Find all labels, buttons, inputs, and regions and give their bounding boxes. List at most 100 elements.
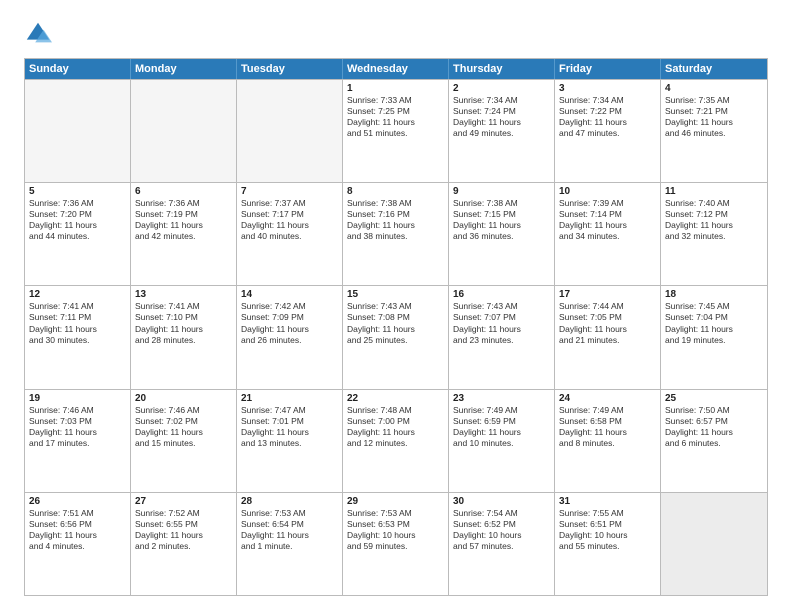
cal-header-cell: Tuesday bbox=[237, 59, 343, 79]
cell-content: Sunrise: 7:52 AMSunset: 6:55 PMDaylight:… bbox=[135, 508, 232, 552]
cell-content: Sunrise: 7:51 AMSunset: 6:56 PMDaylight:… bbox=[29, 508, 126, 552]
cell-content: Sunrise: 7:46 AMSunset: 7:03 PMDaylight:… bbox=[29, 405, 126, 449]
day-number: 13 bbox=[135, 289, 232, 300]
cal-cell: 17Sunrise: 7:44 AMSunset: 7:05 PMDayligh… bbox=[555, 286, 661, 388]
cell-content: Sunrise: 7:44 AMSunset: 7:05 PMDaylight:… bbox=[559, 301, 656, 345]
day-number: 31 bbox=[559, 496, 656, 507]
page: SundayMondayTuesdayWednesdayThursdayFrid… bbox=[0, 0, 792, 612]
day-number: 25 bbox=[665, 393, 763, 404]
cal-row: 19Sunrise: 7:46 AMSunset: 7:03 PMDayligh… bbox=[25, 389, 767, 492]
cal-cell: 12Sunrise: 7:41 AMSunset: 7:11 PMDayligh… bbox=[25, 286, 131, 388]
logo-icon bbox=[24, 20, 52, 48]
day-number: 28 bbox=[241, 496, 338, 507]
cell-content: Sunrise: 7:54 AMSunset: 6:52 PMDaylight:… bbox=[453, 508, 550, 552]
cal-cell: 22Sunrise: 7:48 AMSunset: 7:00 PMDayligh… bbox=[343, 390, 449, 492]
cell-content: Sunrise: 7:53 AMSunset: 6:54 PMDaylight:… bbox=[241, 508, 338, 552]
cal-cell: 30Sunrise: 7:54 AMSunset: 6:52 PMDayligh… bbox=[449, 493, 555, 595]
day-number: 8 bbox=[347, 186, 444, 197]
day-number: 9 bbox=[453, 186, 550, 197]
cell-content: Sunrise: 7:41 AMSunset: 7:11 PMDaylight:… bbox=[29, 301, 126, 345]
cal-cell: 2Sunrise: 7:34 AMSunset: 7:24 PMDaylight… bbox=[449, 80, 555, 182]
cal-cell: 3Sunrise: 7:34 AMSunset: 7:22 PMDaylight… bbox=[555, 80, 661, 182]
cal-row: 1Sunrise: 7:33 AMSunset: 7:25 PMDaylight… bbox=[25, 79, 767, 182]
cal-cell: 28Sunrise: 7:53 AMSunset: 6:54 PMDayligh… bbox=[237, 493, 343, 595]
cell-content: Sunrise: 7:38 AMSunset: 7:16 PMDaylight:… bbox=[347, 198, 444, 242]
cell-content: Sunrise: 7:49 AMSunset: 6:58 PMDaylight:… bbox=[559, 405, 656, 449]
day-number: 14 bbox=[241, 289, 338, 300]
cell-content: Sunrise: 7:42 AMSunset: 7:09 PMDaylight:… bbox=[241, 301, 338, 345]
day-number: 16 bbox=[453, 289, 550, 300]
day-number: 10 bbox=[559, 186, 656, 197]
calendar-header: SundayMondayTuesdayWednesdayThursdayFrid… bbox=[25, 59, 767, 79]
cell-content: Sunrise: 7:55 AMSunset: 6:51 PMDaylight:… bbox=[559, 508, 656, 552]
cal-header-cell: Thursday bbox=[449, 59, 555, 79]
header bbox=[24, 20, 768, 48]
cell-content: Sunrise: 7:36 AMSunset: 7:20 PMDaylight:… bbox=[29, 198, 126, 242]
cal-cell: 18Sunrise: 7:45 AMSunset: 7:04 PMDayligh… bbox=[661, 286, 767, 388]
cal-cell: 20Sunrise: 7:46 AMSunset: 7:02 PMDayligh… bbox=[131, 390, 237, 492]
day-number: 5 bbox=[29, 186, 126, 197]
cell-content: Sunrise: 7:49 AMSunset: 6:59 PMDaylight:… bbox=[453, 405, 550, 449]
cell-content: Sunrise: 7:37 AMSunset: 7:17 PMDaylight:… bbox=[241, 198, 338, 242]
cal-cell: 16Sunrise: 7:43 AMSunset: 7:07 PMDayligh… bbox=[449, 286, 555, 388]
cal-row: 12Sunrise: 7:41 AMSunset: 7:11 PMDayligh… bbox=[25, 285, 767, 388]
cell-content: Sunrise: 7:41 AMSunset: 7:10 PMDaylight:… bbox=[135, 301, 232, 345]
cell-content: Sunrise: 7:53 AMSunset: 6:53 PMDaylight:… bbox=[347, 508, 444, 552]
cal-cell bbox=[25, 80, 131, 182]
day-number: 23 bbox=[453, 393, 550, 404]
calendar-body: 1Sunrise: 7:33 AMSunset: 7:25 PMDaylight… bbox=[25, 79, 767, 595]
day-number: 15 bbox=[347, 289, 444, 300]
cal-cell: 5Sunrise: 7:36 AMSunset: 7:20 PMDaylight… bbox=[25, 183, 131, 285]
cal-cell bbox=[237, 80, 343, 182]
day-number: 20 bbox=[135, 393, 232, 404]
cal-cell: 21Sunrise: 7:47 AMSunset: 7:01 PMDayligh… bbox=[237, 390, 343, 492]
cal-cell: 26Sunrise: 7:51 AMSunset: 6:56 PMDayligh… bbox=[25, 493, 131, 595]
cell-content: Sunrise: 7:33 AMSunset: 7:25 PMDaylight:… bbox=[347, 95, 444, 139]
cal-row: 5Sunrise: 7:36 AMSunset: 7:20 PMDaylight… bbox=[25, 182, 767, 285]
cal-cell: 31Sunrise: 7:55 AMSunset: 6:51 PMDayligh… bbox=[555, 493, 661, 595]
day-number: 1 bbox=[347, 83, 444, 94]
day-number: 22 bbox=[347, 393, 444, 404]
day-number: 17 bbox=[559, 289, 656, 300]
cal-cell: 19Sunrise: 7:46 AMSunset: 7:03 PMDayligh… bbox=[25, 390, 131, 492]
cal-row: 26Sunrise: 7:51 AMSunset: 6:56 PMDayligh… bbox=[25, 492, 767, 595]
cal-cell: 14Sunrise: 7:42 AMSunset: 7:09 PMDayligh… bbox=[237, 286, 343, 388]
cal-cell: 1Sunrise: 7:33 AMSunset: 7:25 PMDaylight… bbox=[343, 80, 449, 182]
cal-cell: 13Sunrise: 7:41 AMSunset: 7:10 PMDayligh… bbox=[131, 286, 237, 388]
day-number: 2 bbox=[453, 83, 550, 94]
logo bbox=[24, 20, 56, 48]
cell-content: Sunrise: 7:48 AMSunset: 7:00 PMDaylight:… bbox=[347, 405, 444, 449]
cal-cell: 9Sunrise: 7:38 AMSunset: 7:15 PMDaylight… bbox=[449, 183, 555, 285]
cell-content: Sunrise: 7:36 AMSunset: 7:19 PMDaylight:… bbox=[135, 198, 232, 242]
cell-content: Sunrise: 7:46 AMSunset: 7:02 PMDaylight:… bbox=[135, 405, 232, 449]
cal-cell: 4Sunrise: 7:35 AMSunset: 7:21 PMDaylight… bbox=[661, 80, 767, 182]
day-number: 4 bbox=[665, 83, 763, 94]
cal-header-cell: Saturday bbox=[661, 59, 767, 79]
day-number: 27 bbox=[135, 496, 232, 507]
cell-content: Sunrise: 7:50 AMSunset: 6:57 PMDaylight:… bbox=[665, 405, 763, 449]
cell-content: Sunrise: 7:39 AMSunset: 7:14 PMDaylight:… bbox=[559, 198, 656, 242]
day-number: 19 bbox=[29, 393, 126, 404]
day-number: 26 bbox=[29, 496, 126, 507]
cell-content: Sunrise: 7:35 AMSunset: 7:21 PMDaylight:… bbox=[665, 95, 763, 139]
cal-cell: 24Sunrise: 7:49 AMSunset: 6:58 PMDayligh… bbox=[555, 390, 661, 492]
cell-content: Sunrise: 7:38 AMSunset: 7:15 PMDaylight:… bbox=[453, 198, 550, 242]
day-number: 6 bbox=[135, 186, 232, 197]
cal-header-cell: Monday bbox=[131, 59, 237, 79]
cal-cell: 25Sunrise: 7:50 AMSunset: 6:57 PMDayligh… bbox=[661, 390, 767, 492]
cal-cell bbox=[661, 493, 767, 595]
cal-cell: 29Sunrise: 7:53 AMSunset: 6:53 PMDayligh… bbox=[343, 493, 449, 595]
cal-header-cell: Friday bbox=[555, 59, 661, 79]
calendar: SundayMondayTuesdayWednesdayThursdayFrid… bbox=[24, 58, 768, 596]
cal-header-cell: Sunday bbox=[25, 59, 131, 79]
day-number: 30 bbox=[453, 496, 550, 507]
cell-content: Sunrise: 7:47 AMSunset: 7:01 PMDaylight:… bbox=[241, 405, 338, 449]
cell-content: Sunrise: 7:43 AMSunset: 7:08 PMDaylight:… bbox=[347, 301, 444, 345]
cell-content: Sunrise: 7:40 AMSunset: 7:12 PMDaylight:… bbox=[665, 198, 763, 242]
cell-content: Sunrise: 7:34 AMSunset: 7:24 PMDaylight:… bbox=[453, 95, 550, 139]
cal-cell: 6Sunrise: 7:36 AMSunset: 7:19 PMDaylight… bbox=[131, 183, 237, 285]
cal-cell: 7Sunrise: 7:37 AMSunset: 7:17 PMDaylight… bbox=[237, 183, 343, 285]
cal-cell: 15Sunrise: 7:43 AMSunset: 7:08 PMDayligh… bbox=[343, 286, 449, 388]
cal-cell bbox=[131, 80, 237, 182]
day-number: 7 bbox=[241, 186, 338, 197]
